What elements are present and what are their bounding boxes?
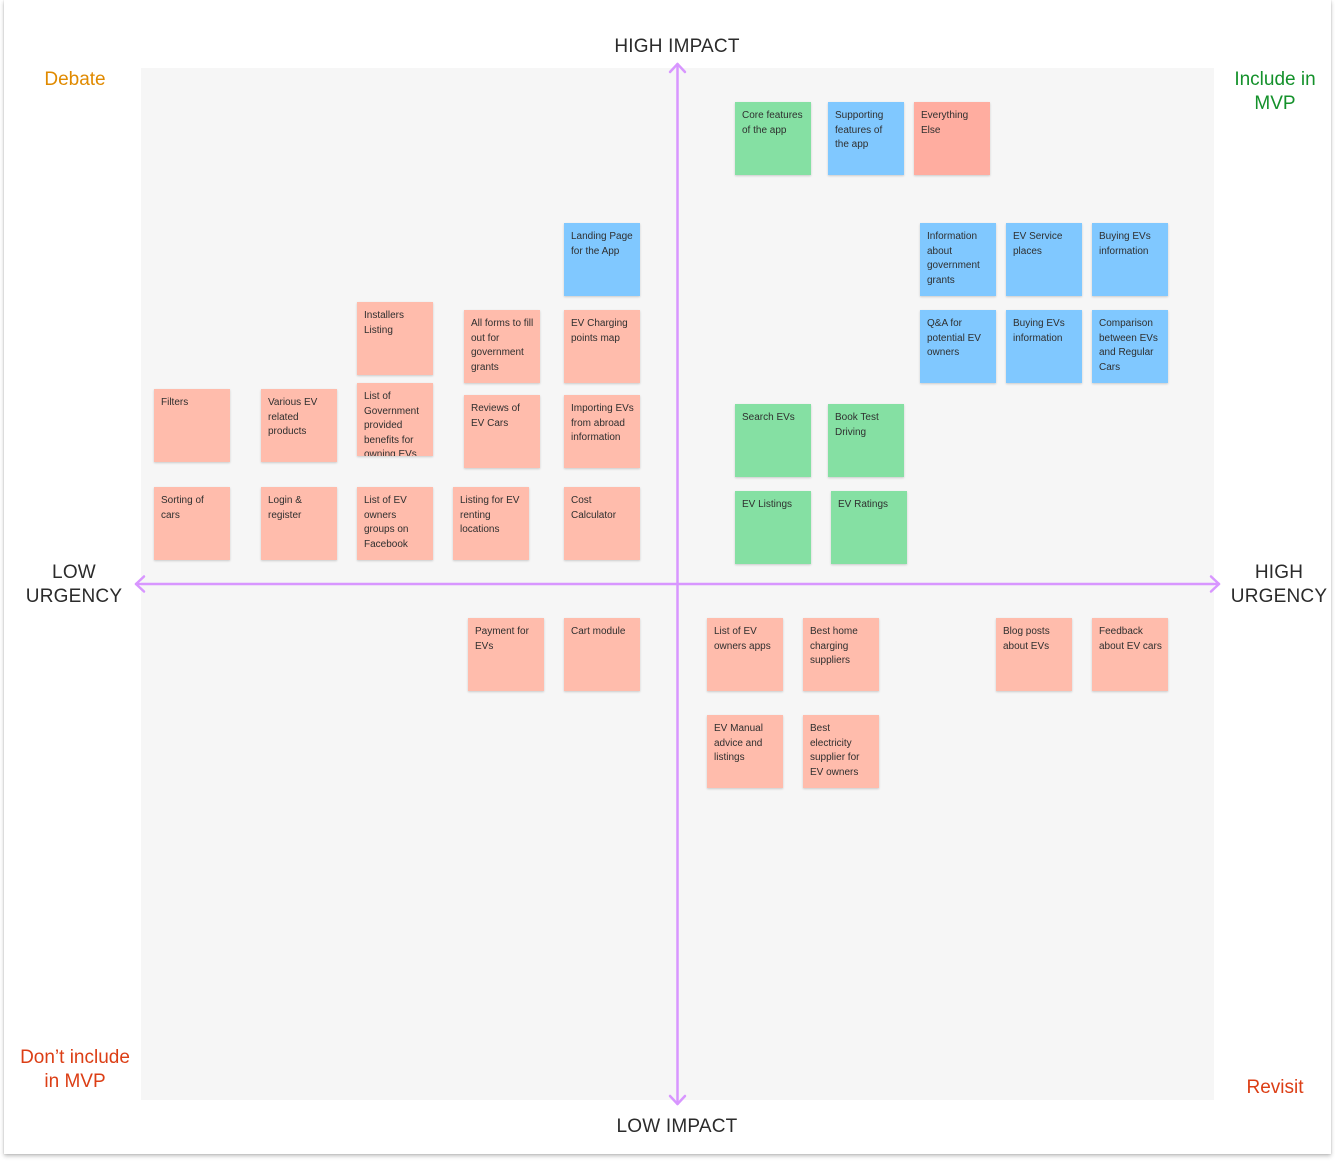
quadrant-label-include-in-mvp: Include in MVP	[1215, 68, 1335, 116]
sticky-note[interactable]: Login & register	[261, 487, 337, 560]
sticky-note[interactable]: Blog posts about EVs	[996, 618, 1072, 691]
legend-sticky-core[interactable]: Core features of the app	[735, 102, 811, 175]
sticky-note[interactable]: List of EV owners apps	[707, 618, 783, 691]
sticky-note[interactable]: EV Service places	[1006, 223, 1082, 296]
legend-sticky-everything-else[interactable]: Everything Else	[914, 102, 990, 175]
legend-sticky-supporting[interactable]: Supporting features of the app	[828, 102, 904, 175]
sticky-note[interactable]: Filters	[154, 389, 230, 462]
sticky-note[interactable]: Importing EVs from abroad information	[564, 395, 640, 468]
sticky-note[interactable]: List of EV owners groups on Facebook	[357, 487, 433, 560]
quadrant-label-line: Don’t include	[20, 1047, 130, 1068]
axis-label-line: HIGH	[1254, 562, 1304, 583]
sticky-note[interactable]: Buying EVs information	[1006, 310, 1082, 383]
sticky-note[interactable]: Various EV related products	[261, 389, 337, 462]
sticky-note[interactable]: List of Government provided benefits for…	[357, 383, 433, 456]
sticky-note[interactable]: Buying EVs information	[1092, 223, 1168, 296]
sticky-note[interactable]: Reviews of EV Cars	[464, 395, 540, 468]
sticky-note[interactable]: Landing Page for the App	[564, 223, 640, 296]
quadrant-label-line: Include in	[1234, 69, 1316, 90]
sticky-note[interactable]: EV Manual advice and listings	[707, 715, 783, 788]
sticky-note[interactable]: Cost Calculator	[564, 487, 640, 560]
quadrant-label-line: in MVP	[44, 1071, 106, 1092]
axis-label-line: LOW	[52, 562, 96, 583]
sticky-note[interactable]: Cart module	[564, 618, 640, 691]
axis-label-line: URGENCY	[1230, 586, 1328, 607]
sticky-note[interactable]: Best electricity supplier for EV owners	[803, 715, 879, 788]
sticky-note[interactable]: Search EVs	[735, 404, 811, 477]
axis-label-high-impact: HIGH IMPACT	[614, 36, 740, 57]
sticky-note[interactable]: Book Test Driving	[828, 404, 904, 477]
axis-label-line: URGENCY	[25, 586, 123, 607]
sticky-note[interactable]: Feedback about EV cars	[1092, 618, 1168, 691]
quadrant-label-revisit: Revisit	[1246, 1077, 1304, 1098]
sticky-note[interactable]: Installers Listing	[357, 302, 433, 375]
axis-label-high-urgency: HIGH URGENCY	[1219, 561, 1335, 609]
sticky-note[interactable]: EV Listings	[735, 491, 811, 564]
sticky-note[interactable]: EV Charging points map	[564, 310, 640, 383]
sticky-note[interactable]: Comparison between EVs and Regular Cars	[1092, 310, 1168, 383]
sticky-note[interactable]: Information about government grants	[920, 223, 996, 296]
sticky-note[interactable]: Q&A for potential EV owners	[920, 310, 996, 383]
quadrant-label-dont-include: Don’t include in MVP	[10, 1046, 140, 1094]
axis-label-low-impact: LOW IMPACT	[616, 1116, 738, 1137]
sticky-note[interactable]: All forms to fill out for government gra…	[464, 310, 540, 383]
axis-label-low-urgency: LOW URGENCY	[14, 561, 134, 609]
quadrant-label-line: MVP	[1254, 93, 1296, 114]
sticky-note[interactable]: Best home charging suppliers	[803, 618, 879, 691]
sticky-note[interactable]: Listing for EV renting locations	[453, 487, 529, 560]
sticky-note[interactable]: EV Ratings	[831, 491, 907, 564]
quadrant-label-debate: Debate	[44, 69, 106, 90]
sticky-note[interactable]: Payment for EVs	[468, 618, 544, 691]
axes	[134, 62, 1221, 1106]
sticky-note[interactable]: Sorting of cars	[154, 487, 230, 560]
